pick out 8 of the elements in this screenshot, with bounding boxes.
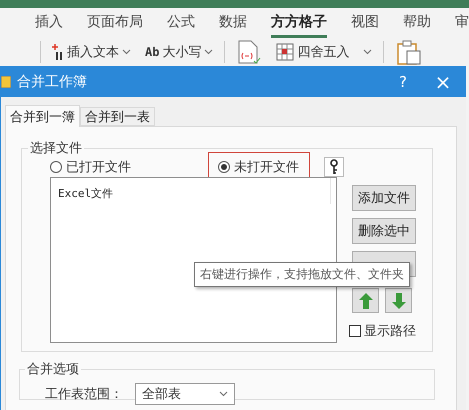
list-header: Excel文件 [51, 178, 331, 204]
radio-label: 未打开文件 [234, 159, 299, 176]
range-label: 工作表范围： [45, 386, 123, 403]
radio-label: 已打开文件 [66, 159, 131, 176]
window-title: 合并工作簿 [17, 72, 88, 90]
group-legend: 选择文件 [28, 139, 84, 157]
tooltip: 右键进行操作，支持拖放文件、文件夹 [194, 262, 410, 287]
group-legend: 合并选项 [25, 360, 81, 378]
